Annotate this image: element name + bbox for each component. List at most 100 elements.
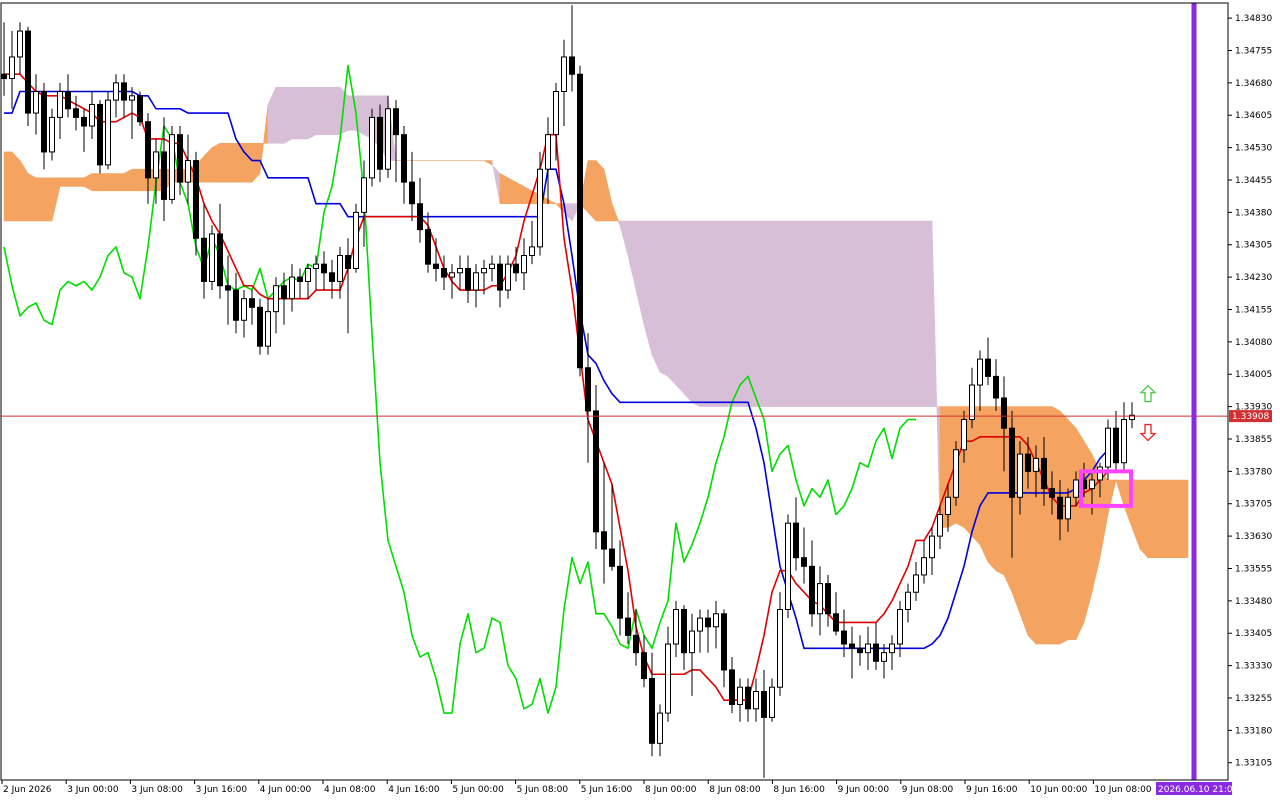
candle-body-bull bbox=[673, 608, 679, 645]
candle-body-bear bbox=[1057, 496, 1063, 520]
candle-body-bear bbox=[145, 121, 151, 179]
price-chart[interactable]: 1.34830 1.34755 1.34680 1.34605 1.34530 1.344… bbox=[0, 0, 1280, 800]
candle-body-bear bbox=[41, 90, 47, 153]
candle[interactable] bbox=[105, 91, 111, 170]
current-price-label: 1.33908 bbox=[1232, 412, 1269, 422]
time-tick-label: 9 Jun 00:00 bbox=[838, 785, 890, 795]
cloud-segment bbox=[347, 95, 357, 131]
candle-body-bull bbox=[9, 56, 15, 80]
candle-body-bull bbox=[697, 617, 703, 632]
candle-body-bear bbox=[857, 647, 863, 654]
candle[interactable] bbox=[25, 26, 31, 127]
cloud-segment bbox=[979, 406, 989, 563]
candle-body-bull bbox=[1017, 453, 1023, 498]
cloud-segment bbox=[971, 406, 981, 546]
cloud-segment bbox=[819, 220, 829, 407]
cloud-segment bbox=[667, 220, 677, 386]
cloud-segment bbox=[987, 406, 997, 572]
cloud-segment bbox=[851, 220, 861, 407]
cloud-segment bbox=[283, 86, 293, 144]
price-tick-label: 1.33105 bbox=[1235, 759, 1272, 769]
cloud-segment bbox=[1139, 479, 1149, 559]
cloud-segment bbox=[875, 220, 885, 407]
candle[interactable] bbox=[169, 126, 175, 204]
cloud-segment bbox=[595, 159, 605, 222]
price-tick-label: 1.33180 bbox=[1235, 726, 1272, 736]
candle-body-bear bbox=[625, 617, 631, 636]
candle[interactable] bbox=[209, 225, 215, 291]
cloud-segment bbox=[75, 177, 85, 187]
time-tick-label: 3 Jun 00:00 bbox=[67, 785, 119, 795]
candle[interactable] bbox=[257, 298, 263, 355]
price-tick-label: 1.33405 bbox=[1235, 629, 1272, 639]
time-tick-label: 9 Jun 08:00 bbox=[902, 785, 954, 795]
candle[interactable] bbox=[953, 441, 959, 506]
cloud-segment bbox=[499, 173, 509, 205]
price-tick-label: 1.33555 bbox=[1235, 564, 1272, 574]
candle-body-bull bbox=[169, 134, 175, 200]
candle[interactable] bbox=[97, 100, 103, 174]
cloud-segment bbox=[1067, 418, 1077, 641]
candle-body-bear bbox=[721, 613, 727, 671]
price-tick-label: 1.34230 bbox=[1235, 273, 1272, 283]
candle[interactable] bbox=[785, 514, 791, 619]
cloud-segment bbox=[771, 220, 781, 407]
cloud-segment bbox=[275, 86, 285, 144]
candle-body-bull bbox=[769, 686, 775, 718]
candle-body-bear bbox=[841, 630, 847, 645]
candle-body-bear bbox=[329, 272, 335, 282]
cloud-segment bbox=[811, 220, 821, 407]
cloud-segment bbox=[219, 142, 229, 183]
time-tick-label: 9 Jun 16:00 bbox=[966, 785, 1018, 795]
price-tick-label: 1.33705 bbox=[1235, 500, 1272, 510]
candle-body-bull bbox=[209, 233, 215, 282]
candle-body-bull bbox=[57, 90, 63, 118]
candle[interactable] bbox=[353, 203, 359, 273]
price-tick-label: 1.34305 bbox=[1235, 241, 1272, 251]
time-tick-label: 4 Jun 16:00 bbox=[388, 785, 440, 795]
candle-body-bull bbox=[929, 535, 935, 559]
candle-body-bull bbox=[1073, 479, 1079, 498]
price-tick-label: 1.33330 bbox=[1235, 662, 1272, 672]
time-tick-label: 5 Jun 08:00 bbox=[517, 785, 569, 795]
price-tick-label: 1.34755 bbox=[1235, 46, 1272, 56]
candle-body-bull bbox=[913, 574, 919, 593]
candle-body-bull bbox=[713, 613, 719, 628]
candle-body-bear bbox=[217, 233, 223, 287]
cloud-segment bbox=[883, 220, 893, 407]
candle-body-bull bbox=[961, 419, 967, 451]
time-tick-label: 3 Jun 16:00 bbox=[196, 785, 248, 795]
candle-body-bull bbox=[89, 103, 95, 127]
cloud-segment bbox=[59, 177, 69, 187]
candle-body-bear bbox=[601, 531, 607, 550]
candle-body-bull bbox=[369, 116, 375, 179]
cloud-segment bbox=[211, 142, 221, 183]
candle-body-bear bbox=[417, 203, 423, 231]
candle-body-bull bbox=[937, 514, 943, 537]
candle[interactable] bbox=[577, 65, 583, 377]
candle-body-bear bbox=[569, 56, 575, 75]
candle-body-bear bbox=[649, 678, 655, 744]
time-tick-label: 10 Jun 08:00 bbox=[1094, 785, 1151, 795]
price-tick-label: 1.34530 bbox=[1235, 144, 1272, 154]
candle-body-bear bbox=[993, 375, 999, 399]
candle[interactable] bbox=[137, 91, 143, 127]
candle-body-bear bbox=[121, 82, 127, 101]
candle-body-bear bbox=[681, 608, 687, 654]
candle-body-bear bbox=[425, 229, 431, 265]
cloud-segment bbox=[1043, 406, 1053, 645]
cloud-segment bbox=[99, 173, 109, 192]
candle-body-bull bbox=[49, 116, 55, 153]
candle-body-bull bbox=[481, 267, 487, 274]
candle-body-bull bbox=[385, 108, 391, 170]
candle-body-bull bbox=[537, 168, 543, 248]
candle-body-bear bbox=[433, 263, 439, 269]
candle-body-bear bbox=[593, 410, 599, 533]
candle-body-bear bbox=[985, 358, 991, 377]
candle-body-bear bbox=[1049, 488, 1055, 498]
candle[interactable] bbox=[369, 108, 375, 187]
price-tick-label: 1.33630 bbox=[1235, 532, 1272, 542]
chart-area[interactable]: 1.34830 1.34755 1.34680 1.34605 1.34530 1.344… bbox=[0, 0, 1280, 800]
candle-body-bull bbox=[457, 267, 463, 274]
candle-body-bull bbox=[753, 691, 759, 710]
